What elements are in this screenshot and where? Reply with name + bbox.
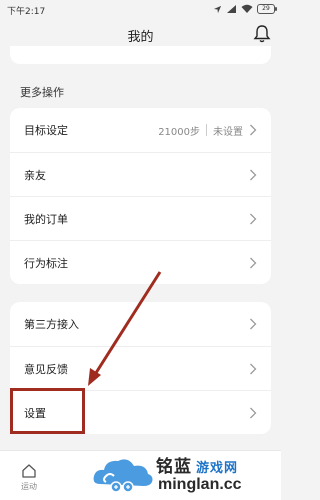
settings-highlight-box (10, 388, 85, 434)
row-label: 目标设定 (24, 124, 68, 137)
goal-steps: 21000步 (158, 126, 200, 138)
chevron-right-icon (250, 318, 257, 330)
status-icons: 29 (213, 3, 277, 15)
section-title: 更多操作 (20, 86, 64, 99)
row-label: 行为标注 (24, 256, 68, 270)
behavior-tagging-row[interactable]: 行为标注 (10, 240, 271, 284)
row-label: 第三方接入 (24, 318, 79, 331)
signal-icon (227, 5, 236, 13)
wifi-icon (241, 4, 253, 13)
home-icon (22, 464, 36, 478)
tab-sport[interactable]: 运动 (8, 459, 50, 497)
friends-row[interactable]: 亲友 (10, 152, 271, 196)
tab-label: 运动 (21, 482, 37, 491)
chevron-right-icon (250, 213, 257, 224)
goal-status: 未设置 (213, 126, 243, 138)
chevron-right-icon (250, 407, 257, 418)
watermark-url: minglan.cc (158, 476, 242, 493)
status-bar: 下午2:17 29 (0, 0, 281, 20)
row-label: 亲友 (24, 168, 46, 182)
more-actions-card: 目标设定 21000步 未设置 亲友 我的订单 行为标注 (10, 108, 271, 284)
watermark-brand: 铭蓝 (156, 457, 192, 477)
chevron-right-icon (250, 257, 257, 268)
watermark-game: 游戏网 (196, 461, 239, 476)
chevron-right-icon (250, 169, 257, 180)
profile-card-bottom (10, 46, 271, 64)
watermark-title: 铭蓝 游戏网 (156, 452, 238, 477)
divider (206, 124, 207, 136)
goal-value: 21000步 未设置 (158, 123, 243, 138)
page-title: 我的 (127, 30, 154, 45)
location-icon (213, 5, 222, 13)
cloud-logo-icon (93, 459, 153, 493)
battery-icon: 29 (257, 4, 277, 14)
feedback-row[interactable]: 意见反馈 (10, 346, 271, 390)
row-label: 意见反馈 (24, 362, 68, 376)
third-party-row[interactable]: 第三方接入 (10, 302, 271, 346)
status-time: 下午2:17 (7, 7, 46, 17)
my-orders-row[interactable]: 我的订单 (10, 196, 271, 240)
goal-setting-row[interactable]: 目标设定 21000步 未设置 (10, 108, 271, 152)
watermark: 铭蓝 游戏网 minglan.cc (92, 448, 281, 500)
chevron-right-icon (250, 363, 257, 374)
chevron-right-icon (250, 124, 257, 136)
row-label: 我的订单 (24, 212, 68, 226)
bell-icon[interactable] (253, 24, 271, 44)
